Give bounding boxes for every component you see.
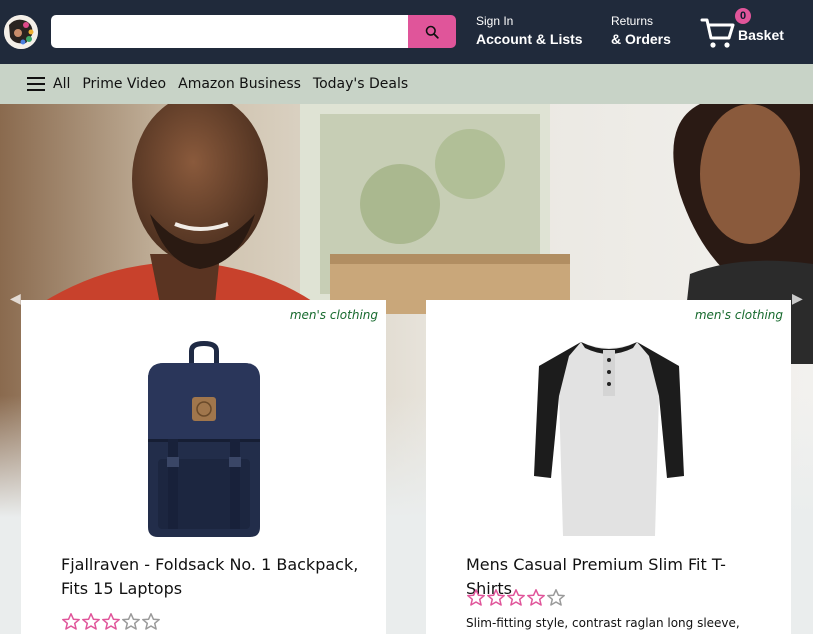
product-card[interactable]: men's clothing Fjallraven - Foldsack No.… [21, 300, 386, 634]
basket-button[interactable]: 0 Basket [700, 8, 800, 54]
orders-label: & Orders [611, 31, 671, 47]
star-empty-icon [547, 589, 565, 606]
star-filled-icon [467, 589, 485, 606]
logo-icon [4, 15, 38, 49]
star-filled-icon [527, 589, 545, 606]
account-lists-label: Account & Lists [476, 31, 583, 47]
sign-in-option[interactable]: Sign In Account & Lists [476, 14, 583, 48]
star-filled-icon [102, 613, 120, 630]
star-filled-icon [82, 613, 100, 630]
star-filled-icon [507, 589, 525, 606]
cart-icon [700, 18, 735, 48]
nav-todays-deals[interactable]: Today's Deals [313, 76, 408, 92]
returns-label: Returns [611, 14, 654, 28]
star-empty-icon [122, 613, 140, 630]
raglan-henley-shirt-image [533, 342, 684, 536]
search-icon [425, 25, 439, 39]
product-category: men's clothing [289, 308, 378, 322]
search-button[interactable] [408, 15, 456, 48]
star-filled-icon [487, 589, 505, 606]
product-title[interactable]: Fjallraven - Foldsack No. 1 Backpack, Fi… [61, 553, 361, 601]
product-category: men's clothing [694, 308, 783, 322]
product-image[interactable] [21, 336, 386, 542]
nav-prime-video[interactable]: Prime Video [82, 76, 166, 92]
nav-amazon-business[interactable]: Amazon Business [178, 76, 301, 92]
hero-next-arrow[interactable]: ▶ [792, 290, 803, 307]
basket-label: Basket [738, 27, 784, 43]
returns-orders-option[interactable]: Returns & Orders [611, 14, 671, 48]
nav-bar: All Prime Video Amazon Business Today's … [0, 64, 813, 104]
basket-count-badge: 0 [735, 8, 751, 24]
product-rating [466, 588, 566, 608]
logo[interactable] [4, 15, 38, 49]
star-empty-icon [142, 613, 160, 630]
search-input[interactable] [51, 15, 408, 48]
hamburger-menu-icon [27, 77, 45, 91]
product-description: Slim-fitting style, contrast raglan long… [466, 616, 740, 630]
navy-backpack-image [147, 341, 260, 537]
hero-prev-arrow[interactable]: ◀ [10, 290, 21, 307]
sign-in-label: Sign In [476, 14, 514, 28]
star-filled-icon [62, 613, 80, 630]
product-image[interactable] [426, 336, 791, 542]
nav-all-menu[interactable]: All [27, 76, 70, 92]
product-rating [61, 612, 161, 632]
header-bar: Sign In Account & Lists Returns & Orders… [0, 0, 813, 64]
search-bar [51, 15, 456, 48]
nav-all-label: All [53, 76, 71, 92]
product-card[interactable]: men's clothing Mens Casual Premium Slim … [426, 300, 791, 634]
